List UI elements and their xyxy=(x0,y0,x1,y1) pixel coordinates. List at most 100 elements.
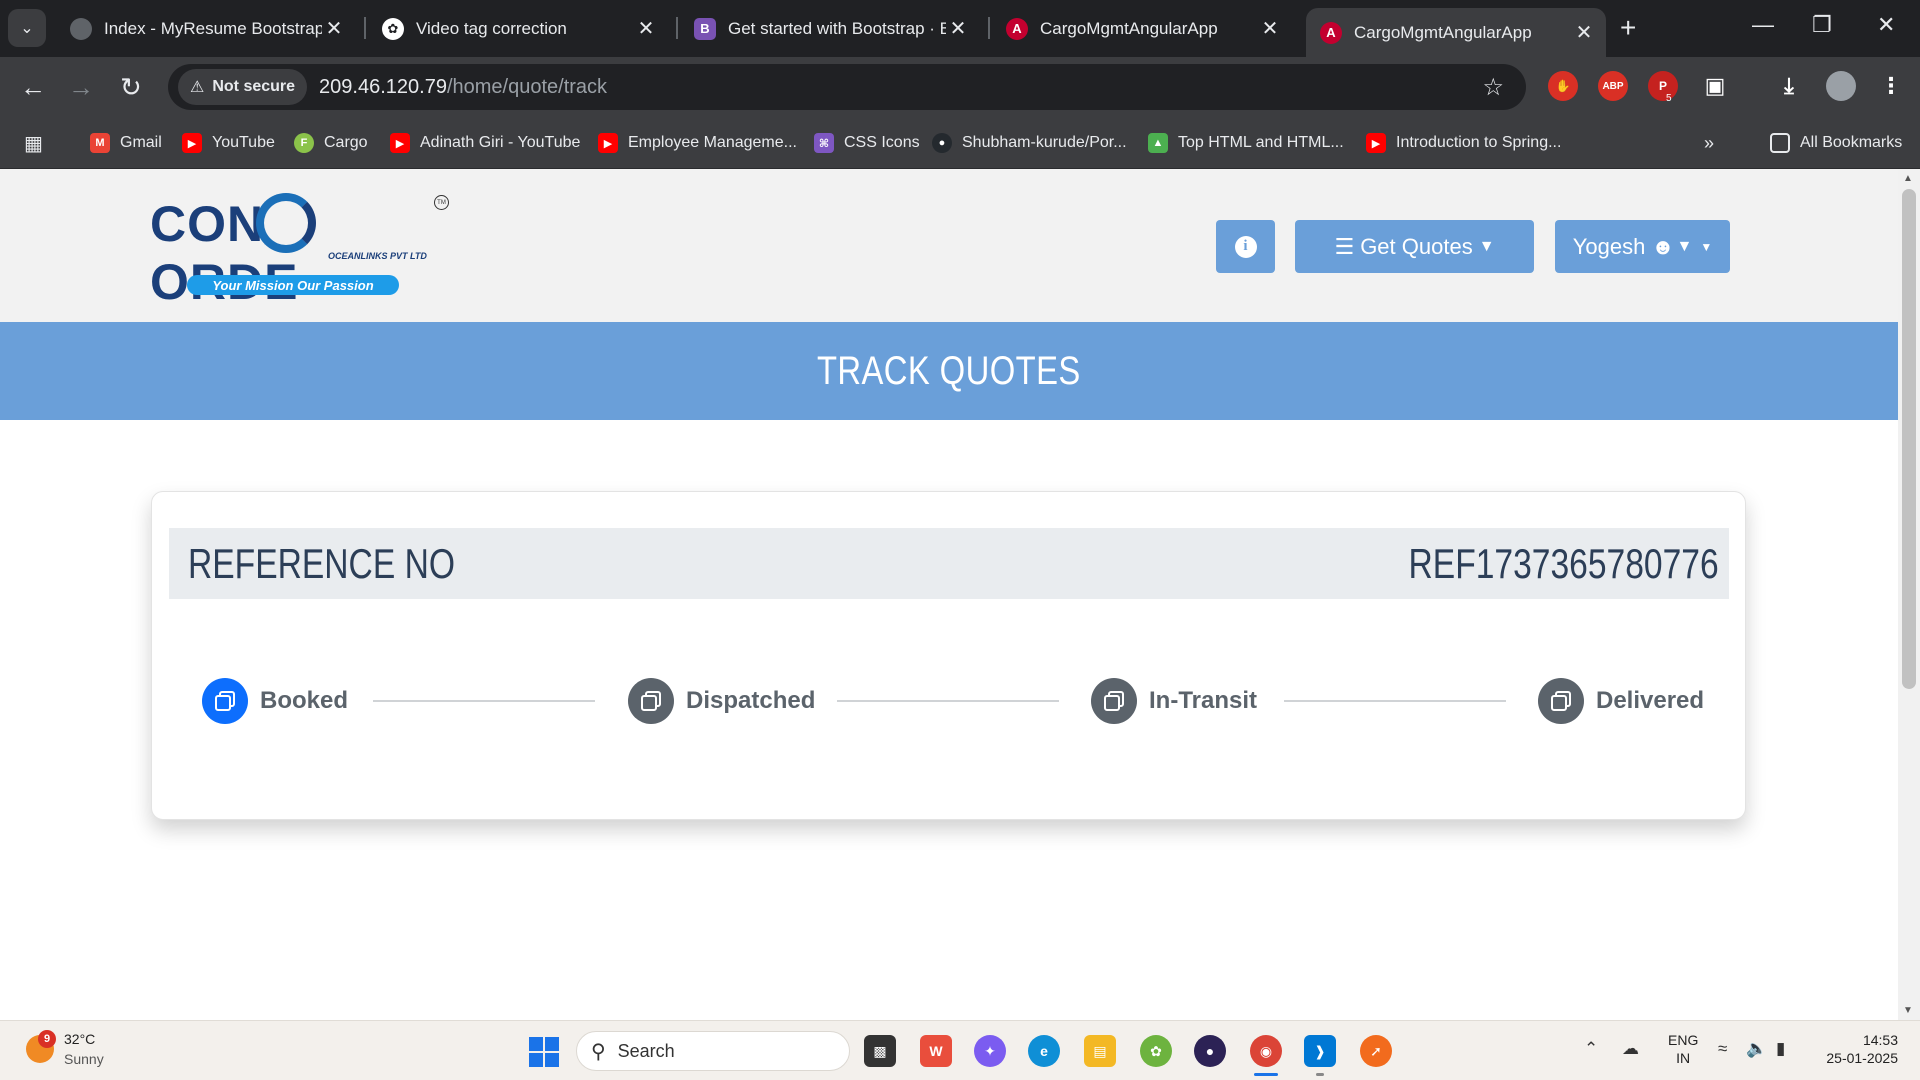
reload-icon[interactable]: ↻ xyxy=(120,72,142,103)
tab-title: Index - MyResume Bootstrap Te xyxy=(104,18,322,38)
tracking-stepper: Booked Dispatched In-Transit Delivered xyxy=(152,678,1747,724)
bookmark-item[interactable]: F Cargo xyxy=(294,131,368,155)
info-button[interactable]: i xyxy=(1216,220,1275,273)
page-scrollbar[interactable]: ▲ ▼ xyxy=(1898,169,1920,1020)
puzzle-extensions-icon[interactable]: ▣ xyxy=(1700,71,1730,101)
bookmarks-bar: ▦ M Gmail ▶ YouTube F Cargo ▶ Adinath Giri -… xyxy=(0,117,1920,169)
step-label: In-Transit xyxy=(1149,687,1258,714)
wifi-icon[interactable]: ≈ xyxy=(1718,1039,1727,1059)
bookmark-label: Shubham-kurude/Por... xyxy=(962,134,1127,151)
task-view-icon[interactable]: ▩ xyxy=(864,1035,896,1067)
bookmark-item[interactable]: ▶ Employee Manageme... xyxy=(598,131,797,155)
bookmark-label: Top HTML and HTML... xyxy=(1178,134,1344,151)
chevron-down-icon: ⌄ xyxy=(20,20,34,37)
url-host: 209.46.120.79 xyxy=(319,75,447,98)
copilot-icon[interactable]: ✦ xyxy=(974,1035,1006,1067)
stop-hand-extension-icon[interactable]: ✋ xyxy=(1548,71,1578,101)
forward-icon[interactable]: → xyxy=(68,72,94,103)
spring-tools-icon[interactable]: ✿ xyxy=(1140,1035,1172,1067)
battery-icon[interactable]: ▮ xyxy=(1776,1039,1785,1059)
logo-tagline: Your Mission Our Passion xyxy=(187,275,399,295)
browser-tab[interactable]: B Get started with Bootstrap · Boo ✕ xyxy=(680,8,980,49)
youtube-icon: ▶ xyxy=(1366,133,1386,153)
warning-icon: ⚠ xyxy=(190,79,205,96)
file-explorer-icon[interactable]: ▤ xyxy=(1084,1035,1116,1067)
new-tab-button[interactable]: + xyxy=(1620,12,1636,44)
tab-search-button[interactable]: ⌄ xyxy=(8,9,46,47)
weather-badge: 9 xyxy=(38,1030,56,1048)
step-connector xyxy=(1284,700,1506,702)
bookmark-item[interactable]: ▲ Top HTML and HTML... xyxy=(1148,131,1344,155)
eclipse-icon[interactable]: ● xyxy=(1194,1035,1226,1067)
security-label: Not secure xyxy=(212,78,296,95)
close-icon[interactable]: ✕ xyxy=(946,16,970,41)
info-icon: i xyxy=(1234,235,1257,258)
scroll-thumb[interactable] xyxy=(1902,189,1916,689)
bookmark-item[interactable]: M Gmail xyxy=(90,131,162,155)
all-bookmarks-button[interactable]: All Bookmarks xyxy=(1770,131,1902,155)
site-header: CONORDE OCEANLINKS PVT LTD TM Your Missi… xyxy=(0,169,1898,322)
close-icon[interactable]: ✕ xyxy=(1258,16,1282,41)
scroll-down-arrow-icon[interactable]: ▼ xyxy=(1903,1005,1913,1016)
user-menu-dropdown[interactable]: Yogesh ☻ ▼ ▼ xyxy=(1555,220,1730,273)
scroll-up-arrow-icon[interactable]: ▲ xyxy=(1903,173,1913,184)
system-clock[interactable]: 14:53 25-01-2025 xyxy=(1818,1031,1898,1067)
close-icon[interactable]: ✕ xyxy=(322,16,346,41)
edge-icon[interactable]: e xyxy=(1028,1035,1060,1067)
close-icon[interactable]: ✕ xyxy=(1572,20,1596,45)
wps-office-icon[interactable]: W xyxy=(920,1035,952,1067)
site-info-chip[interactable]: ⚠ Not secure xyxy=(178,69,308,105)
mountain-icon: ▲ xyxy=(1148,133,1168,153)
tab-title: CargoMgmtAngularApp xyxy=(1040,18,1218,38)
clock-time: 14:53 xyxy=(1862,1032,1898,1048)
onedrive-sync-icon[interactable]: ☁ xyxy=(1622,1039,1639,1059)
apps-grid-icon[interactable]: ▦ xyxy=(24,131,43,155)
back-icon[interactable]: ← xyxy=(20,72,46,103)
close-icon[interactable]: ✕ xyxy=(634,16,658,41)
window-restore-icon xyxy=(1538,678,1584,724)
windows-start-icon[interactable] xyxy=(529,1037,559,1067)
bookmark-item[interactable]: ● Shubham-kurude/Por... xyxy=(932,131,1127,155)
chrome-active-indicator xyxy=(1254,1073,1278,1076)
tab-title: Get started with Bootstrap · Boo xyxy=(728,18,946,38)
window-restore-icon xyxy=(628,678,674,724)
bookmark-item[interactable]: ⌘ CSS Icons xyxy=(814,131,920,155)
browser-tab-active[interactable]: A CargoMgmtAngularApp ✕ xyxy=(1306,8,1606,57)
profile-avatar[interactable] xyxy=(1826,71,1856,101)
address-bar[interactable]: ⚠ Not secure 209.46.120.79/home/quote/tr… xyxy=(168,64,1526,110)
more-bookmarks-chevron-icon[interactable]: » xyxy=(1704,131,1714,155)
window-close-icon[interactable]: ✕ xyxy=(1877,12,1895,38)
windows-taskbar: 9 32°C Sunny ⚲ Search ▩ W ✦ e ▤ ✿ ● ◉ ❱ … xyxy=(0,1020,1920,1080)
bookmark-star-icon[interactable]: ☆ xyxy=(1482,73,1504,102)
concorde-logo[interactable]: CONORDE OCEANLINKS PVT LTD TM Your Missi… xyxy=(150,193,455,310)
get-quotes-dropdown[interactable]: ☰ Get Quotes ▼ xyxy=(1295,220,1534,273)
taskbar-search[interactable]: ⚲ Search xyxy=(576,1031,850,1071)
reference-label: REFERENCE NO xyxy=(188,539,455,587)
language-indicator[interactable]: ENG IN xyxy=(1668,1031,1698,1067)
kebab-menu-icon[interactable]: ⋮ xyxy=(1876,71,1906,101)
browser-tab[interactable]: ✿ Video tag correction ✕ xyxy=(368,8,668,49)
download-icon[interactable]: ⤓ xyxy=(1774,71,1804,101)
bookmark-item[interactable]: ▶ YouTube xyxy=(182,131,275,155)
browser-toolbar: ← → ↻ ⚠ Not secure 209.46.120.79/home/qu… xyxy=(0,57,1920,117)
volume-icon[interactable]: 🔈 xyxy=(1746,1039,1767,1059)
chevron-up-icon[interactable]: ⌃ xyxy=(1584,1039,1598,1059)
postman-icon[interactable]: ➚ xyxy=(1360,1035,1392,1067)
restore-icon[interactable]: ❐ xyxy=(1812,12,1832,38)
extension-badge-icon[interactable]: P xyxy=(1648,71,1678,101)
minimize-icon[interactable]: — xyxy=(1752,12,1774,38)
bookmark-item[interactable]: ▶ Adinath Giri - YouTube xyxy=(390,131,580,155)
browser-tab[interactable]: Index - MyResume Bootstrap Te ✕ xyxy=(56,8,356,49)
bookmark-item[interactable]: ▶ Introduction to Spring... xyxy=(1366,131,1561,155)
chrome-icon[interactable]: ◉ xyxy=(1250,1035,1282,1067)
server-list-icon: ☰ xyxy=(1334,233,1355,259)
search-icon: ⚲ xyxy=(591,1040,606,1063)
vscode-icon[interactable]: ❱ xyxy=(1304,1035,1336,1067)
tab-title: CargoMgmtAngularApp xyxy=(1354,22,1532,42)
gmail-icon: M xyxy=(90,133,110,153)
youtube-icon: ▶ xyxy=(390,133,410,153)
adblock-plus-extension-icon[interactable]: ABP xyxy=(1598,71,1628,101)
weather-condition: Sunny xyxy=(64,1051,104,1067)
browser-tab[interactable]: A CargoMgmtAngularApp ✕ xyxy=(992,8,1292,49)
bookmark-label: Gmail xyxy=(120,134,162,151)
